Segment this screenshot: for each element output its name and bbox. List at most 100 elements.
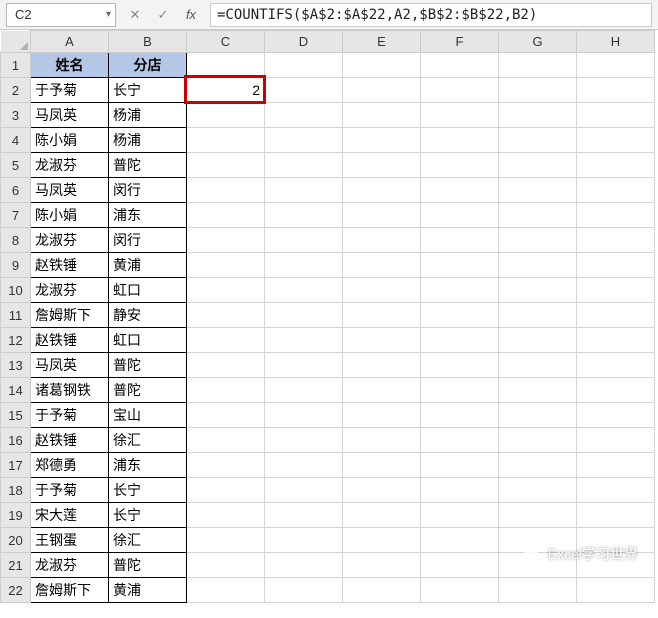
cell-D17[interactable] bbox=[265, 453, 343, 478]
cell-E16[interactable] bbox=[343, 428, 421, 453]
select-all-corner[interactable] bbox=[1, 31, 31, 53]
cell-C16[interactable] bbox=[187, 428, 265, 453]
cell-D15[interactable] bbox=[265, 403, 343, 428]
cell-D5[interactable] bbox=[265, 153, 343, 178]
cell-E20[interactable] bbox=[343, 528, 421, 553]
row-header[interactable]: 2 bbox=[1, 78, 31, 103]
spreadsheet-grid[interactable]: A B C D E F G H 1姓名分店2于予菊长宁23马凤英杨浦4陈小娟杨浦… bbox=[0, 30, 658, 614]
cancel-formula-button[interactable]: ✕ bbox=[122, 3, 148, 27]
cell-C21[interactable] bbox=[187, 553, 265, 578]
cell-H6[interactable] bbox=[577, 178, 655, 203]
cell-E1[interactable] bbox=[343, 53, 421, 78]
row-header[interactable]: 17 bbox=[1, 453, 31, 478]
cell-A18[interactable]: 于予菊 bbox=[31, 478, 109, 503]
cell-C12[interactable] bbox=[187, 328, 265, 353]
col-header-B[interactable]: B bbox=[109, 31, 187, 53]
cell-B18[interactable]: 长宁 bbox=[109, 478, 187, 503]
cell-B10[interactable]: 虹口 bbox=[109, 278, 187, 303]
cell-H19[interactable] bbox=[577, 503, 655, 528]
cell-H11[interactable] bbox=[577, 303, 655, 328]
row-header[interactable]: 20 bbox=[1, 528, 31, 553]
cell-C15[interactable] bbox=[187, 403, 265, 428]
cell-A16[interactable]: 赵铁锤 bbox=[31, 428, 109, 453]
name-box[interactable]: C2 ▾ bbox=[6, 3, 116, 27]
row-header[interactable]: 16 bbox=[1, 428, 31, 453]
row-header[interactable]: 21 bbox=[1, 553, 31, 578]
row-header[interactable]: 15 bbox=[1, 403, 31, 428]
cell-C22[interactable] bbox=[187, 578, 265, 603]
confirm-formula-button[interactable]: ✓ bbox=[150, 3, 176, 27]
cell-A2[interactable]: 于予菊 bbox=[31, 78, 109, 103]
col-header-C[interactable]: C bbox=[187, 31, 265, 53]
cell-C4[interactable] bbox=[187, 128, 265, 153]
cell-E22[interactable] bbox=[343, 578, 421, 603]
cell-F4[interactable] bbox=[421, 128, 499, 153]
cell-G11[interactable] bbox=[499, 303, 577, 328]
cell-G2[interactable] bbox=[499, 78, 577, 103]
cell-E11[interactable] bbox=[343, 303, 421, 328]
col-header-D[interactable]: D bbox=[265, 31, 343, 53]
cell-F19[interactable] bbox=[421, 503, 499, 528]
cell-D16[interactable] bbox=[265, 428, 343, 453]
cell-G17[interactable] bbox=[499, 453, 577, 478]
cell-F3[interactable] bbox=[421, 103, 499, 128]
cell-D2[interactable] bbox=[265, 78, 343, 103]
cell-F7[interactable] bbox=[421, 203, 499, 228]
col-header-E[interactable]: E bbox=[343, 31, 421, 53]
cell-D3[interactable] bbox=[265, 103, 343, 128]
cell-E5[interactable] bbox=[343, 153, 421, 178]
cell-F8[interactable] bbox=[421, 228, 499, 253]
cell-F17[interactable] bbox=[421, 453, 499, 478]
cell-B20[interactable]: 徐汇 bbox=[109, 528, 187, 553]
row-header[interactable]: 3 bbox=[1, 103, 31, 128]
row-header[interactable]: 1 bbox=[1, 53, 31, 78]
cell-F2[interactable] bbox=[421, 78, 499, 103]
cell-A5[interactable]: 龙淑芬 bbox=[31, 153, 109, 178]
cell-E15[interactable] bbox=[343, 403, 421, 428]
cell-C1[interactable] bbox=[187, 53, 265, 78]
cell-G15[interactable] bbox=[499, 403, 577, 428]
cell-C2[interactable]: 2 bbox=[187, 78, 265, 103]
row-header[interactable]: 18 bbox=[1, 478, 31, 503]
cell-B3[interactable]: 杨浦 bbox=[109, 103, 187, 128]
cell-H17[interactable] bbox=[577, 453, 655, 478]
cell-H22[interactable] bbox=[577, 578, 655, 603]
cell-B6[interactable]: 闵行 bbox=[109, 178, 187, 203]
cell-E2[interactable] bbox=[343, 78, 421, 103]
cell-E14[interactable] bbox=[343, 378, 421, 403]
cell-G18[interactable] bbox=[499, 478, 577, 503]
row-header[interactable]: 11 bbox=[1, 303, 31, 328]
cell-E4[interactable] bbox=[343, 128, 421, 153]
cell-H10[interactable] bbox=[577, 278, 655, 303]
cell-B4[interactable]: 杨浦 bbox=[109, 128, 187, 153]
cell-B14[interactable]: 普陀 bbox=[109, 378, 187, 403]
cell-G19[interactable] bbox=[499, 503, 577, 528]
cell-D20[interactable] bbox=[265, 528, 343, 553]
col-header-G[interactable]: G bbox=[499, 31, 577, 53]
cell-G10[interactable] bbox=[499, 278, 577, 303]
cell-A12[interactable]: 赵铁锤 bbox=[31, 328, 109, 353]
cell-H3[interactable] bbox=[577, 103, 655, 128]
cell-C20[interactable] bbox=[187, 528, 265, 553]
cell-A19[interactable]: 宋大莲 bbox=[31, 503, 109, 528]
cell-B22[interactable]: 黄浦 bbox=[109, 578, 187, 603]
cell-F18[interactable] bbox=[421, 478, 499, 503]
cell-F21[interactable] bbox=[421, 553, 499, 578]
cell-D18[interactable] bbox=[265, 478, 343, 503]
row-header[interactable]: 6 bbox=[1, 178, 31, 203]
cell-B12[interactable]: 虹口 bbox=[109, 328, 187, 353]
cell-C6[interactable] bbox=[187, 178, 265, 203]
cell-A13[interactable]: 马凤英 bbox=[31, 353, 109, 378]
cell-B5[interactable]: 普陀 bbox=[109, 153, 187, 178]
cell-A1[interactable]: 姓名 bbox=[31, 53, 109, 78]
cell-E9[interactable] bbox=[343, 253, 421, 278]
row-header[interactable]: 14 bbox=[1, 378, 31, 403]
cell-G14[interactable] bbox=[499, 378, 577, 403]
col-header-F[interactable]: F bbox=[421, 31, 499, 53]
cell-B17[interactable]: 浦东 bbox=[109, 453, 187, 478]
cell-D6[interactable] bbox=[265, 178, 343, 203]
cell-F1[interactable] bbox=[421, 53, 499, 78]
cell-F11[interactable] bbox=[421, 303, 499, 328]
cell-B11[interactable]: 静安 bbox=[109, 303, 187, 328]
row-header[interactable]: 5 bbox=[1, 153, 31, 178]
